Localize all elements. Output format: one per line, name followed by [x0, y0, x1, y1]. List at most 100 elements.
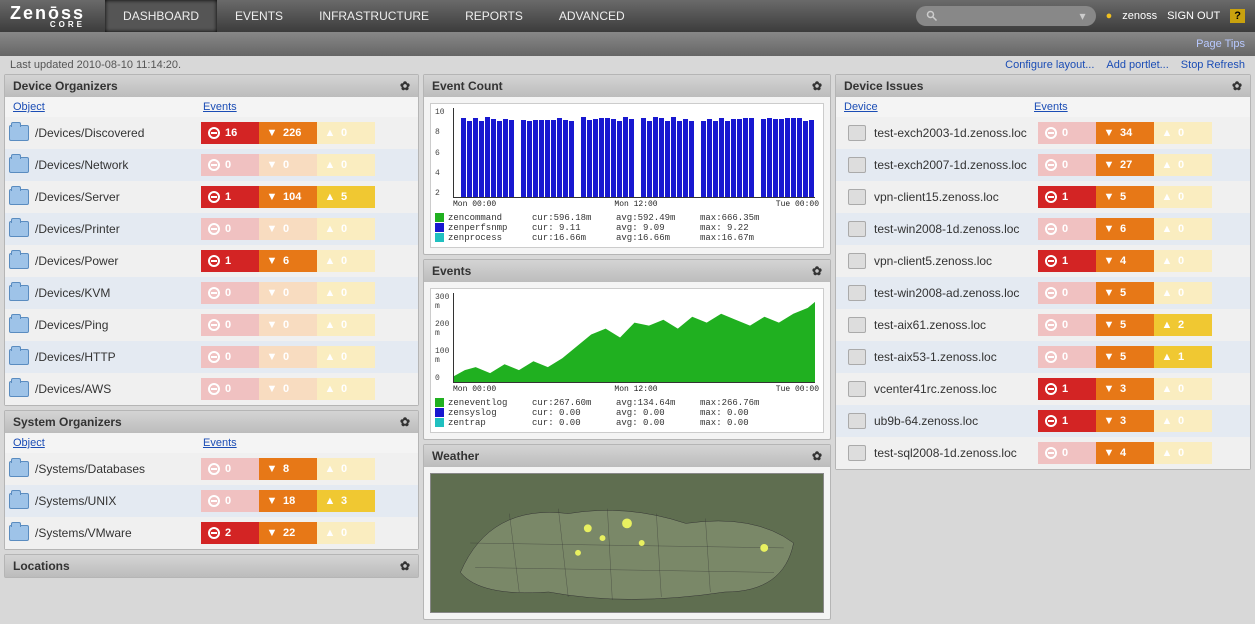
- warn-badge[interactable]: ▲0: [1154, 410, 1212, 432]
- err-badge[interactable]: ▼34: [1096, 122, 1154, 144]
- crit-badge[interactable]: 0: [1038, 282, 1096, 304]
- organizer-link[interactable]: /Systems/UNIX: [9, 493, 201, 509]
- warn-badge[interactable]: ▲5: [317, 186, 375, 208]
- nav-infrastructure[interactable]: INFRASTRUCTURE: [301, 0, 447, 32]
- gear-icon[interactable]: ✿: [400, 559, 410, 573]
- warn-badge[interactable]: ▲0: [1154, 250, 1212, 272]
- device-link[interactable]: test-aix53-1.zenoss.loc: [840, 349, 1030, 365]
- organizer-link[interactable]: /Devices/Power: [9, 253, 201, 269]
- crit-badge[interactable]: 1: [1038, 410, 1096, 432]
- organizer-link[interactable]: /Devices/Ping: [9, 317, 201, 333]
- warn-badge[interactable]: ▲0: [317, 314, 375, 336]
- meta-link[interactable]: Stop Refresh: [1181, 59, 1245, 71]
- gear-icon[interactable]: ✿: [812, 264, 822, 278]
- gear-icon[interactable]: ✿: [1232, 79, 1242, 93]
- crit-badge[interactable]: 16: [201, 122, 259, 144]
- dropdown-icon[interactable]: ▾: [1080, 9, 1086, 23]
- organizer-link[interactable]: /Devices/HTTP: [9, 349, 201, 365]
- warn-badge[interactable]: ▲0: [317, 458, 375, 480]
- err-badge[interactable]: ▼6: [1096, 218, 1154, 240]
- crit-badge[interactable]: 0: [201, 154, 259, 176]
- crit-badge[interactable]: 1: [201, 186, 259, 208]
- crit-badge[interactable]: 2: [201, 522, 259, 544]
- gear-icon[interactable]: ✿: [812, 79, 822, 93]
- device-link[interactable]: test-sql2008-1d.zenoss.loc: [840, 445, 1030, 461]
- device-link[interactable]: test-exch2003-1d.zenoss.loc: [840, 125, 1030, 141]
- warn-badge[interactable]: ▲2: [1154, 314, 1212, 336]
- warn-badge[interactable]: ▲0: [317, 346, 375, 368]
- err-badge[interactable]: ▼104: [259, 186, 317, 208]
- col-events[interactable]: Events: [1034, 101, 1068, 113]
- err-badge[interactable]: ▼5: [1096, 346, 1154, 368]
- col-events[interactable]: Events: [203, 101, 237, 113]
- warn-badge[interactable]: ▲0: [317, 154, 375, 176]
- crit-badge[interactable]: 0: [201, 282, 259, 304]
- device-link[interactable]: vpn-client5.zenoss.loc: [840, 253, 1030, 269]
- organizer-link[interactable]: /Systems/Databases: [9, 461, 201, 477]
- err-badge[interactable]: ▼0: [259, 218, 317, 240]
- page-tips-link[interactable]: Page Tips: [1196, 38, 1245, 50]
- crit-badge[interactable]: 1: [1038, 250, 1096, 272]
- err-badge[interactable]: ▼5: [1096, 314, 1154, 336]
- gear-icon[interactable]: ✿: [400, 415, 410, 429]
- signout-link[interactable]: SIGN OUT: [1167, 10, 1220, 22]
- crit-badge[interactable]: 0: [1038, 154, 1096, 176]
- crit-badge[interactable]: 0: [1038, 314, 1096, 336]
- crit-badge[interactable]: 0: [1038, 346, 1096, 368]
- crit-badge[interactable]: 0: [201, 458, 259, 480]
- warn-badge[interactable]: ▲0: [1154, 122, 1212, 144]
- err-badge[interactable]: ▼5: [1096, 282, 1154, 304]
- err-badge[interactable]: ▼18: [259, 490, 317, 512]
- warn-badge[interactable]: ▲0: [317, 522, 375, 544]
- col-events[interactable]: Events: [203, 437, 237, 449]
- weather-map[interactable]: [430, 473, 824, 613]
- err-badge[interactable]: ▼0: [259, 154, 317, 176]
- device-link[interactable]: test-win2008-ad.zenoss.loc: [840, 285, 1030, 301]
- crit-badge[interactable]: 0: [201, 314, 259, 336]
- crit-badge[interactable]: 0: [1038, 442, 1096, 464]
- crit-badge[interactable]: 0: [201, 378, 259, 400]
- err-badge[interactable]: ▼4: [1096, 442, 1154, 464]
- organizer-link[interactable]: /Devices/AWS: [9, 381, 201, 397]
- nav-events[interactable]: EVENTS: [217, 0, 301, 32]
- gear-icon[interactable]: ✿: [400, 79, 410, 93]
- crit-badge[interactable]: 0: [1038, 122, 1096, 144]
- nav-advanced[interactable]: ADVANCED: [541, 0, 643, 32]
- crit-badge[interactable]: 0: [1038, 218, 1096, 240]
- gear-icon[interactable]: ✿: [812, 449, 822, 463]
- col-object[interactable]: Object: [13, 101, 203, 113]
- err-badge[interactable]: ▼5: [1096, 186, 1154, 208]
- warn-badge[interactable]: ▲1: [1154, 346, 1212, 368]
- err-badge[interactable]: ▼0: [259, 346, 317, 368]
- err-badge[interactable]: ▼27: [1096, 154, 1154, 176]
- organizer-link[interactable]: /Systems/VMware: [9, 525, 201, 541]
- err-badge[interactable]: ▼3: [1096, 378, 1154, 400]
- err-badge[interactable]: ▼3: [1096, 410, 1154, 432]
- search-input[interactable]: ▾: [916, 6, 1096, 26]
- warn-badge[interactable]: ▲0: [317, 378, 375, 400]
- warn-badge[interactable]: ▲0: [317, 250, 375, 272]
- crit-badge[interactable]: 0: [201, 218, 259, 240]
- crit-badge[interactable]: 1: [1038, 378, 1096, 400]
- warn-badge[interactable]: ▲0: [1154, 442, 1212, 464]
- err-badge[interactable]: ▼22: [259, 522, 317, 544]
- nav-dashboard[interactable]: DASHBOARD: [105, 0, 217, 32]
- device-link[interactable]: vcenter41rc.zenoss.loc: [840, 381, 1030, 397]
- col-device[interactable]: Device: [844, 101, 1034, 113]
- device-link[interactable]: test-aix61.zenoss.loc: [840, 317, 1030, 333]
- warn-badge[interactable]: ▲0: [1154, 378, 1212, 400]
- err-badge[interactable]: ▼4: [1096, 250, 1154, 272]
- warn-badge[interactable]: ▲0: [1154, 186, 1212, 208]
- device-link[interactable]: test-exch2007-1d.zenoss.loc: [840, 157, 1030, 173]
- warn-badge[interactable]: ▲3: [317, 490, 375, 512]
- err-badge[interactable]: ▼226: [259, 122, 317, 144]
- err-badge[interactable]: ▼6: [259, 250, 317, 272]
- err-badge[interactable]: ▼0: [259, 378, 317, 400]
- organizer-link[interactable]: /Devices/Server: [9, 189, 201, 205]
- err-badge[interactable]: ▼0: [259, 314, 317, 336]
- device-link[interactable]: ub9b-64.zenoss.loc: [840, 413, 1030, 429]
- warn-badge[interactable]: ▲0: [317, 282, 375, 304]
- nav-reports[interactable]: REPORTS: [447, 0, 541, 32]
- meta-link[interactable]: Add portlet...: [1106, 59, 1168, 71]
- organizer-link[interactable]: /Devices/KVM: [9, 285, 201, 301]
